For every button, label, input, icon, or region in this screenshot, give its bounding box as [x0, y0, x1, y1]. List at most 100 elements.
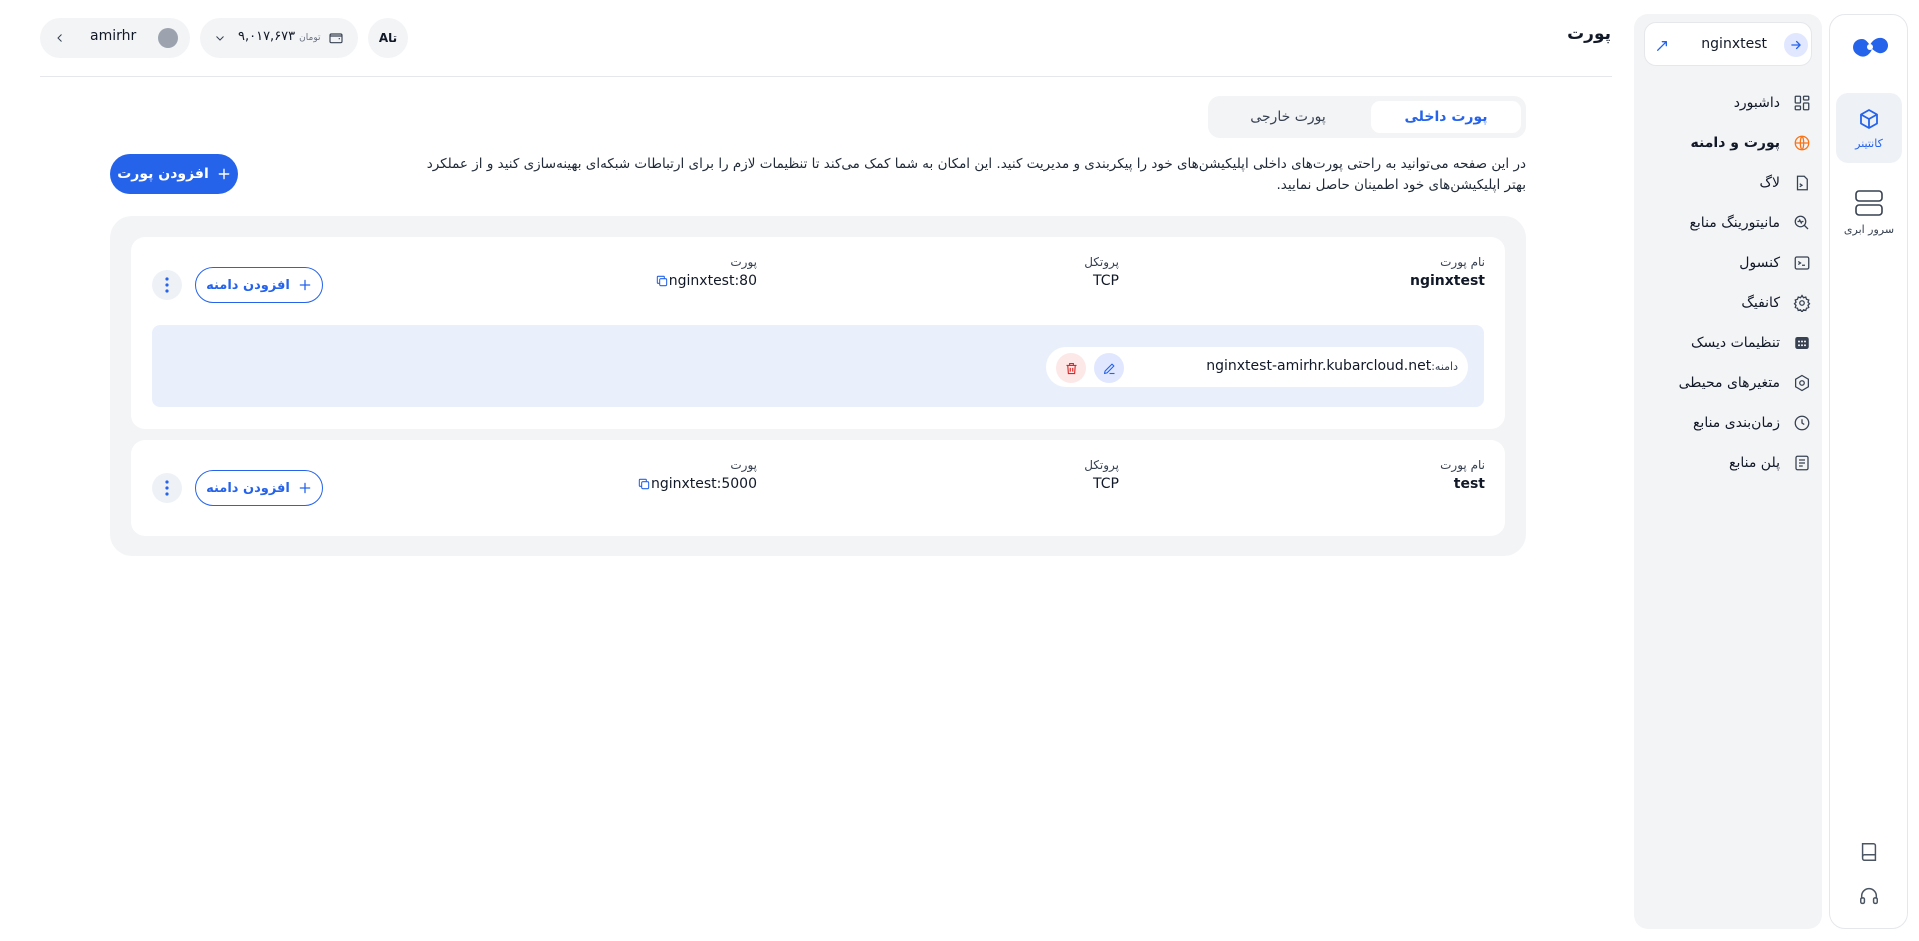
- sidebar-item-label: پورت و دامنه: [1690, 135, 1780, 151]
- domain-value[interactable]: nginxtest-amirhr.kubarcloud.net: [1206, 358, 1431, 374]
- plus-icon: [298, 481, 312, 495]
- balance-value: ۹,۰۱۷,۶۷۳: [238, 29, 296, 44]
- sidebar-item-label: تنظیمات دیسک: [1691, 335, 1780, 351]
- plus-icon: [217, 167, 231, 181]
- sidebar-item-log[interactable]: لاگ: [1644, 168, 1812, 198]
- app-name: nginxtest: [1701, 36, 1767, 52]
- port-col: پورت nginxtest:5000: [631, 458, 757, 492]
- add-domain-button[interactable]: افزودن دامنه: [195, 470, 323, 506]
- copy-icon[interactable]: [637, 477, 651, 491]
- sidebar-item-label: داشبورد: [1733, 95, 1780, 111]
- more-options-button[interactable]: [152, 270, 182, 300]
- rail-item-container[interactable]: کانتینر: [1836, 93, 1902, 163]
- edit-domain-button[interactable]: [1094, 353, 1124, 383]
- port-value: nginxtest:5000: [631, 476, 757, 492]
- domain-item: دامنه:nginxtest-amirhr.kubarcloud.net: [1046, 347, 1468, 387]
- balance-unit: تومان: [299, 33, 321, 43]
- plus-icon: [298, 278, 312, 292]
- rail-item-label: سرور ابری: [1843, 222, 1895, 236]
- wallet-balance[interactable]: ۹,۰۱۷,۶۷۳ تومان: [200, 18, 358, 58]
- sidebar-item-env-vars[interactable]: متغیرهای محیطی: [1644, 368, 1812, 398]
- book-icon[interactable]: [1858, 841, 1882, 865]
- logo-icon[interactable]: [1848, 29, 1892, 65]
- port-value-text: nginxtest:80: [668, 273, 757, 289]
- page-description: در این صفحه می‌توانید به راحتی پورت‌های …: [426, 156, 1526, 193]
- hexagon-icon: [1792, 373, 1812, 393]
- sidebar-item-label: پلن منابع: [1729, 455, 1780, 471]
- username: amirhr: [90, 28, 137, 44]
- protocol-value: TCP: [1093, 476, 1119, 492]
- server-icon: [1854, 189, 1884, 217]
- rail-item-cloud-server[interactable]: سرور ابری: [1836, 177, 1902, 247]
- list-icon: [1792, 453, 1812, 473]
- kebab-icon: [165, 277, 169, 293]
- protocol-header: پروتکل: [1084, 458, 1119, 472]
- protocol-header: پروتکل: [1084, 255, 1119, 269]
- port-tabs: پورت داخلی پورت خارجی: [1208, 96, 1526, 138]
- more-options-button[interactable]: [152, 473, 182, 503]
- sidebar-item-port-domain[interactable]: پورت و دامنه: [1644, 128, 1812, 158]
- swap-icon[interactable]: [1655, 37, 1671, 53]
- sidebar-item-label: زمان‌بندی منابع: [1692, 415, 1780, 431]
- trash-icon: [1064, 361, 1079, 376]
- port-name-col: نام پورت test: [1440, 458, 1485, 492]
- sidebar-item-config[interactable]: کانفیگ: [1644, 288, 1812, 318]
- side-nav: nginxtest داشبورد پورت و دامنه لاگ مانیت…: [1634, 14, 1822, 929]
- port-header: پورت: [730, 458, 757, 472]
- port-col: پورت nginxtest:80: [649, 255, 757, 289]
- pencil-icon: [1102, 361, 1117, 376]
- domain-list: دامنه:nginxtest-amirhr.kubarcloud.net: [152, 325, 1484, 407]
- language-toggle[interactable]: Aتا: [368, 18, 408, 58]
- tab-external-port[interactable]: پورت خارجی: [1213, 101, 1363, 133]
- port-name-col: نام پورت nginxtest: [1410, 255, 1485, 289]
- sidebar-item-resource-plan[interactable]: پلن منابع: [1644, 448, 1812, 478]
- protocol-value: TCP: [1093, 273, 1119, 289]
- arrow-right-icon[interactable]: [1784, 33, 1808, 57]
- port-name-value: test: [1453, 476, 1485, 492]
- kebab-icon: [165, 480, 169, 496]
- sidebar-item-label: کنسول: [1739, 255, 1780, 271]
- avatar: [158, 28, 178, 48]
- rail-item-label: کانتینر: [1855, 136, 1883, 150]
- app-selector[interactable]: nginxtest: [1644, 22, 1812, 66]
- port-name-header: نام پورت: [1440, 255, 1485, 269]
- log-file-icon: [1792, 173, 1812, 193]
- balance-amount: ۹,۰۱۷,۶۷۳ تومان: [238, 29, 320, 44]
- tab-internal-port[interactable]: پورت داخلی: [1371, 101, 1521, 133]
- clock-icon: [1792, 413, 1812, 433]
- port-name-header: نام پورت: [1440, 458, 1485, 472]
- sidebar-item-monitoring[interactable]: مانیتورینگ منابع: [1644, 208, 1812, 238]
- port-card: نام پورت nginxtest پروتکل TCP پورت nginx…: [131, 237, 1505, 429]
- app-rail: کانتینر سرور ابری: [1829, 14, 1908, 929]
- protocol-col: پروتکل TCP: [1084, 458, 1119, 492]
- add-domain-button[interactable]: افزودن دامنه: [195, 267, 323, 303]
- domain-text: دامنه:nginxtest-amirhr.kubarcloud.net: [1206, 358, 1458, 374]
- port-card: نام پورت test پروتکل TCP پورت nginxtest:…: [131, 440, 1505, 536]
- domain-label: دامنه:: [1431, 360, 1458, 373]
- wallet-icon: [328, 30, 344, 46]
- add-domain-label: افزودن دامنه: [206, 277, 290, 293]
- ports-list: نام پورت nginxtest پروتکل TCP پورت nginx…: [110, 216, 1526, 556]
- add-domain-label: افزودن دامنه: [206, 480, 290, 496]
- sidebar-item-scheduling[interactable]: زمان‌بندی منابع: [1644, 408, 1812, 438]
- gear-icon: [1792, 293, 1812, 313]
- sidebar-item-label: متغیرهای محیطی: [1678, 375, 1780, 391]
- copy-icon[interactable]: [655, 274, 669, 288]
- sidebar-item-dashboard[interactable]: داشبورد: [1644, 88, 1812, 118]
- page-title: پورت: [1567, 24, 1611, 44]
- delete-domain-button[interactable]: [1056, 353, 1086, 383]
- sidebar-item-label: مانیتورینگ منابع: [1689, 215, 1780, 231]
- globe-icon: [1792, 133, 1812, 153]
- header-divider: [40, 76, 1612, 77]
- sidebar-item-disk[interactable]: تنظیمات دیسک: [1644, 328, 1812, 358]
- cube-icon: [1857, 107, 1881, 131]
- headset-icon[interactable]: [1858, 885, 1882, 909]
- port-value: nginxtest:80: [649, 273, 757, 289]
- sidebar-item-console[interactable]: کنسول: [1644, 248, 1812, 278]
- sidebar-item-label: لاگ: [1759, 175, 1780, 191]
- user-menu[interactable]: amirhr: [40, 18, 190, 58]
- terminal-icon: [1792, 253, 1812, 273]
- chevron-left-icon: [54, 32, 66, 44]
- add-port-button[interactable]: افزودن پورت: [110, 154, 238, 194]
- protocol-col: پروتکل TCP: [1084, 255, 1119, 289]
